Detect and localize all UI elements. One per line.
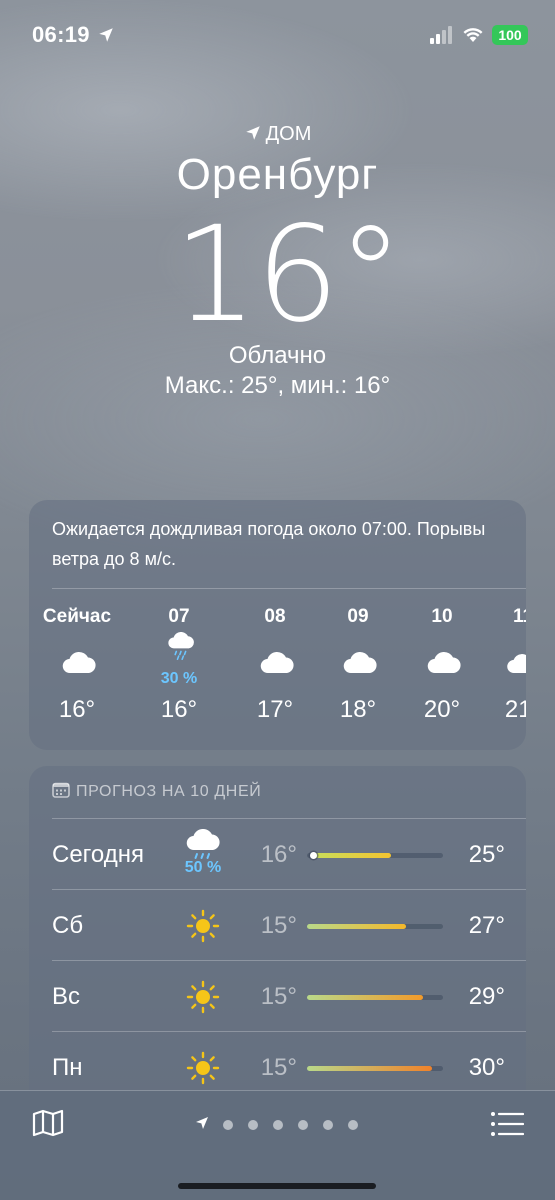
location-label-text: ДОМ	[265, 123, 312, 145]
sun-icon	[186, 1051, 220, 1085]
current-condition: Облачно	[228, 342, 327, 369]
page-indicator[interactable]	[194, 1115, 374, 1133]
sun-icon	[186, 909, 220, 943]
cloud-icon	[260, 651, 294, 674]
page-dot[interactable]	[323, 1120, 333, 1130]
temperature-range-bar	[307, 852, 443, 859]
home-indicator[interactable]	[178, 1183, 376, 1189]
map-icon[interactable]	[32, 1109, 64, 1137]
partly-cloudy-icon	[507, 654, 526, 674]
hour-item: 10 20°	[400, 604, 484, 734]
precipitation-chance: 30 %	[160, 670, 198, 687]
temperature-range-bar	[307, 995, 443, 1000]
location-arrow-icon	[196, 1117, 208, 1129]
page-dot[interactable]	[348, 1120, 358, 1130]
status-time: 06:19	[32, 22, 90, 47]
day-low-temperature: 15°	[260, 1054, 297, 1081]
calendar-icon	[52, 782, 70, 798]
hourly-forecast-card[interactable]: Ожидается дождливая погода около 07:00. …	[29, 500, 526, 750]
hour-item: 08 17°	[233, 604, 317, 734]
cloud-icon	[427, 651, 461, 674]
day-name: Сб	[52, 912, 84, 939]
city-name: Оренбург	[176, 150, 379, 199]
cloud-rain-icon	[168, 632, 194, 660]
location-label: ДОМ	[0, 123, 555, 146]
precipitation-chance: 50 %	[184, 859, 222, 876]
hour-temperature: 16°	[160, 696, 198, 723]
cloud-icon	[62, 651, 96, 674]
location-arrow-icon	[245, 126, 260, 140]
ten-day-forecast-card[interactable]: ПРОГНОЗ НА 10 ДНЕЙ Сегодня 50 % 16° 25° …	[29, 766, 526, 1106]
hour-item: 11 21°	[481, 604, 526, 734]
day-name: Пн	[52, 1054, 83, 1081]
divider	[52, 588, 526, 589]
day-name: Сегодня	[52, 841, 144, 868]
hour-label: Сейчас	[42, 606, 112, 627]
hour-temperature: 21°	[504, 696, 526, 723]
temperature-range-fill	[313, 853, 392, 858]
temperature-range-fill	[307, 1066, 433, 1071]
page-dot[interactable]	[273, 1120, 283, 1130]
hourly-list[interactable]: Сейчас 16° 07 30 % 16° 08 17° 09 18° 10 …	[29, 604, 526, 744]
day-low-temperature: 15°	[260, 983, 297, 1010]
day-row[interactable]: Сб 15° 27°	[29, 890, 526, 961]
status-bar: 06:19 100	[0, 0, 555, 70]
high-low-temperature: Макс.: 25°, мин.: 16°	[164, 372, 391, 399]
bottom-toolbar	[0, 1090, 555, 1200]
day-high-temperature: 30°	[468, 1054, 505, 1081]
battery-indicator: 100	[492, 25, 528, 45]
temperature-range-fill	[307, 995, 423, 1000]
day-row[interactable]: Вс 15° 29°	[29, 961, 526, 1032]
hour-item: 09 18°	[316, 604, 400, 734]
page-dot[interactable]	[248, 1120, 258, 1130]
page-dot[interactable]	[298, 1120, 308, 1130]
day-row[interactable]: Сегодня 50 % 16° 25°	[29, 819, 526, 890]
wifi-icon	[463, 28, 483, 42]
hour-temperature: 16°	[58, 696, 96, 723]
day-high-temperature: 29°	[468, 983, 505, 1010]
day-low-temperature: 16°	[260, 841, 297, 868]
hour-label: 10	[431, 606, 453, 627]
page-dot[interactable]	[223, 1120, 233, 1130]
cellular-signal-icon	[430, 26, 452, 44]
sun-icon	[186, 980, 220, 1014]
temperature-range-fill	[307, 924, 407, 929]
day-high-temperature: 27°	[468, 912, 505, 939]
location-arrow-icon	[99, 28, 113, 42]
hour-item: 07 30 % 16°	[137, 604, 221, 734]
hour-temperature: 17°	[256, 696, 294, 723]
temperature-range-bar	[307, 924, 443, 929]
day-name: Вс	[52, 983, 81, 1010]
temperature-range-bar	[307, 1066, 443, 1071]
cloud-icon	[343, 651, 377, 674]
hour-temperature: 18°	[339, 696, 377, 723]
day-low-temperature: 15°	[260, 912, 297, 939]
ten-day-forecast-title: ПРОГНОЗ НА 10 ДНЕЙ	[52, 782, 261, 801]
hour-item: Сейчас 16°	[35, 604, 119, 734]
hour-label: 08	[264, 606, 286, 627]
hour-label: 07	[168, 606, 190, 627]
day-high-temperature: 25°	[468, 841, 505, 868]
hour-label: 11	[512, 606, 526, 627]
ten-day-forecast-title-text: ПРОГНОЗ НА 10 ДНЕЙ	[76, 783, 262, 800]
forecast-summary: Ожидается дождливая погода около 07:00. …	[52, 519, 486, 569]
current-temperature: 16°	[173, 198, 404, 352]
hour-temperature: 20°	[423, 696, 461, 723]
list-icon[interactable]	[490, 1111, 524, 1137]
hour-label: 09	[347, 606, 369, 627]
